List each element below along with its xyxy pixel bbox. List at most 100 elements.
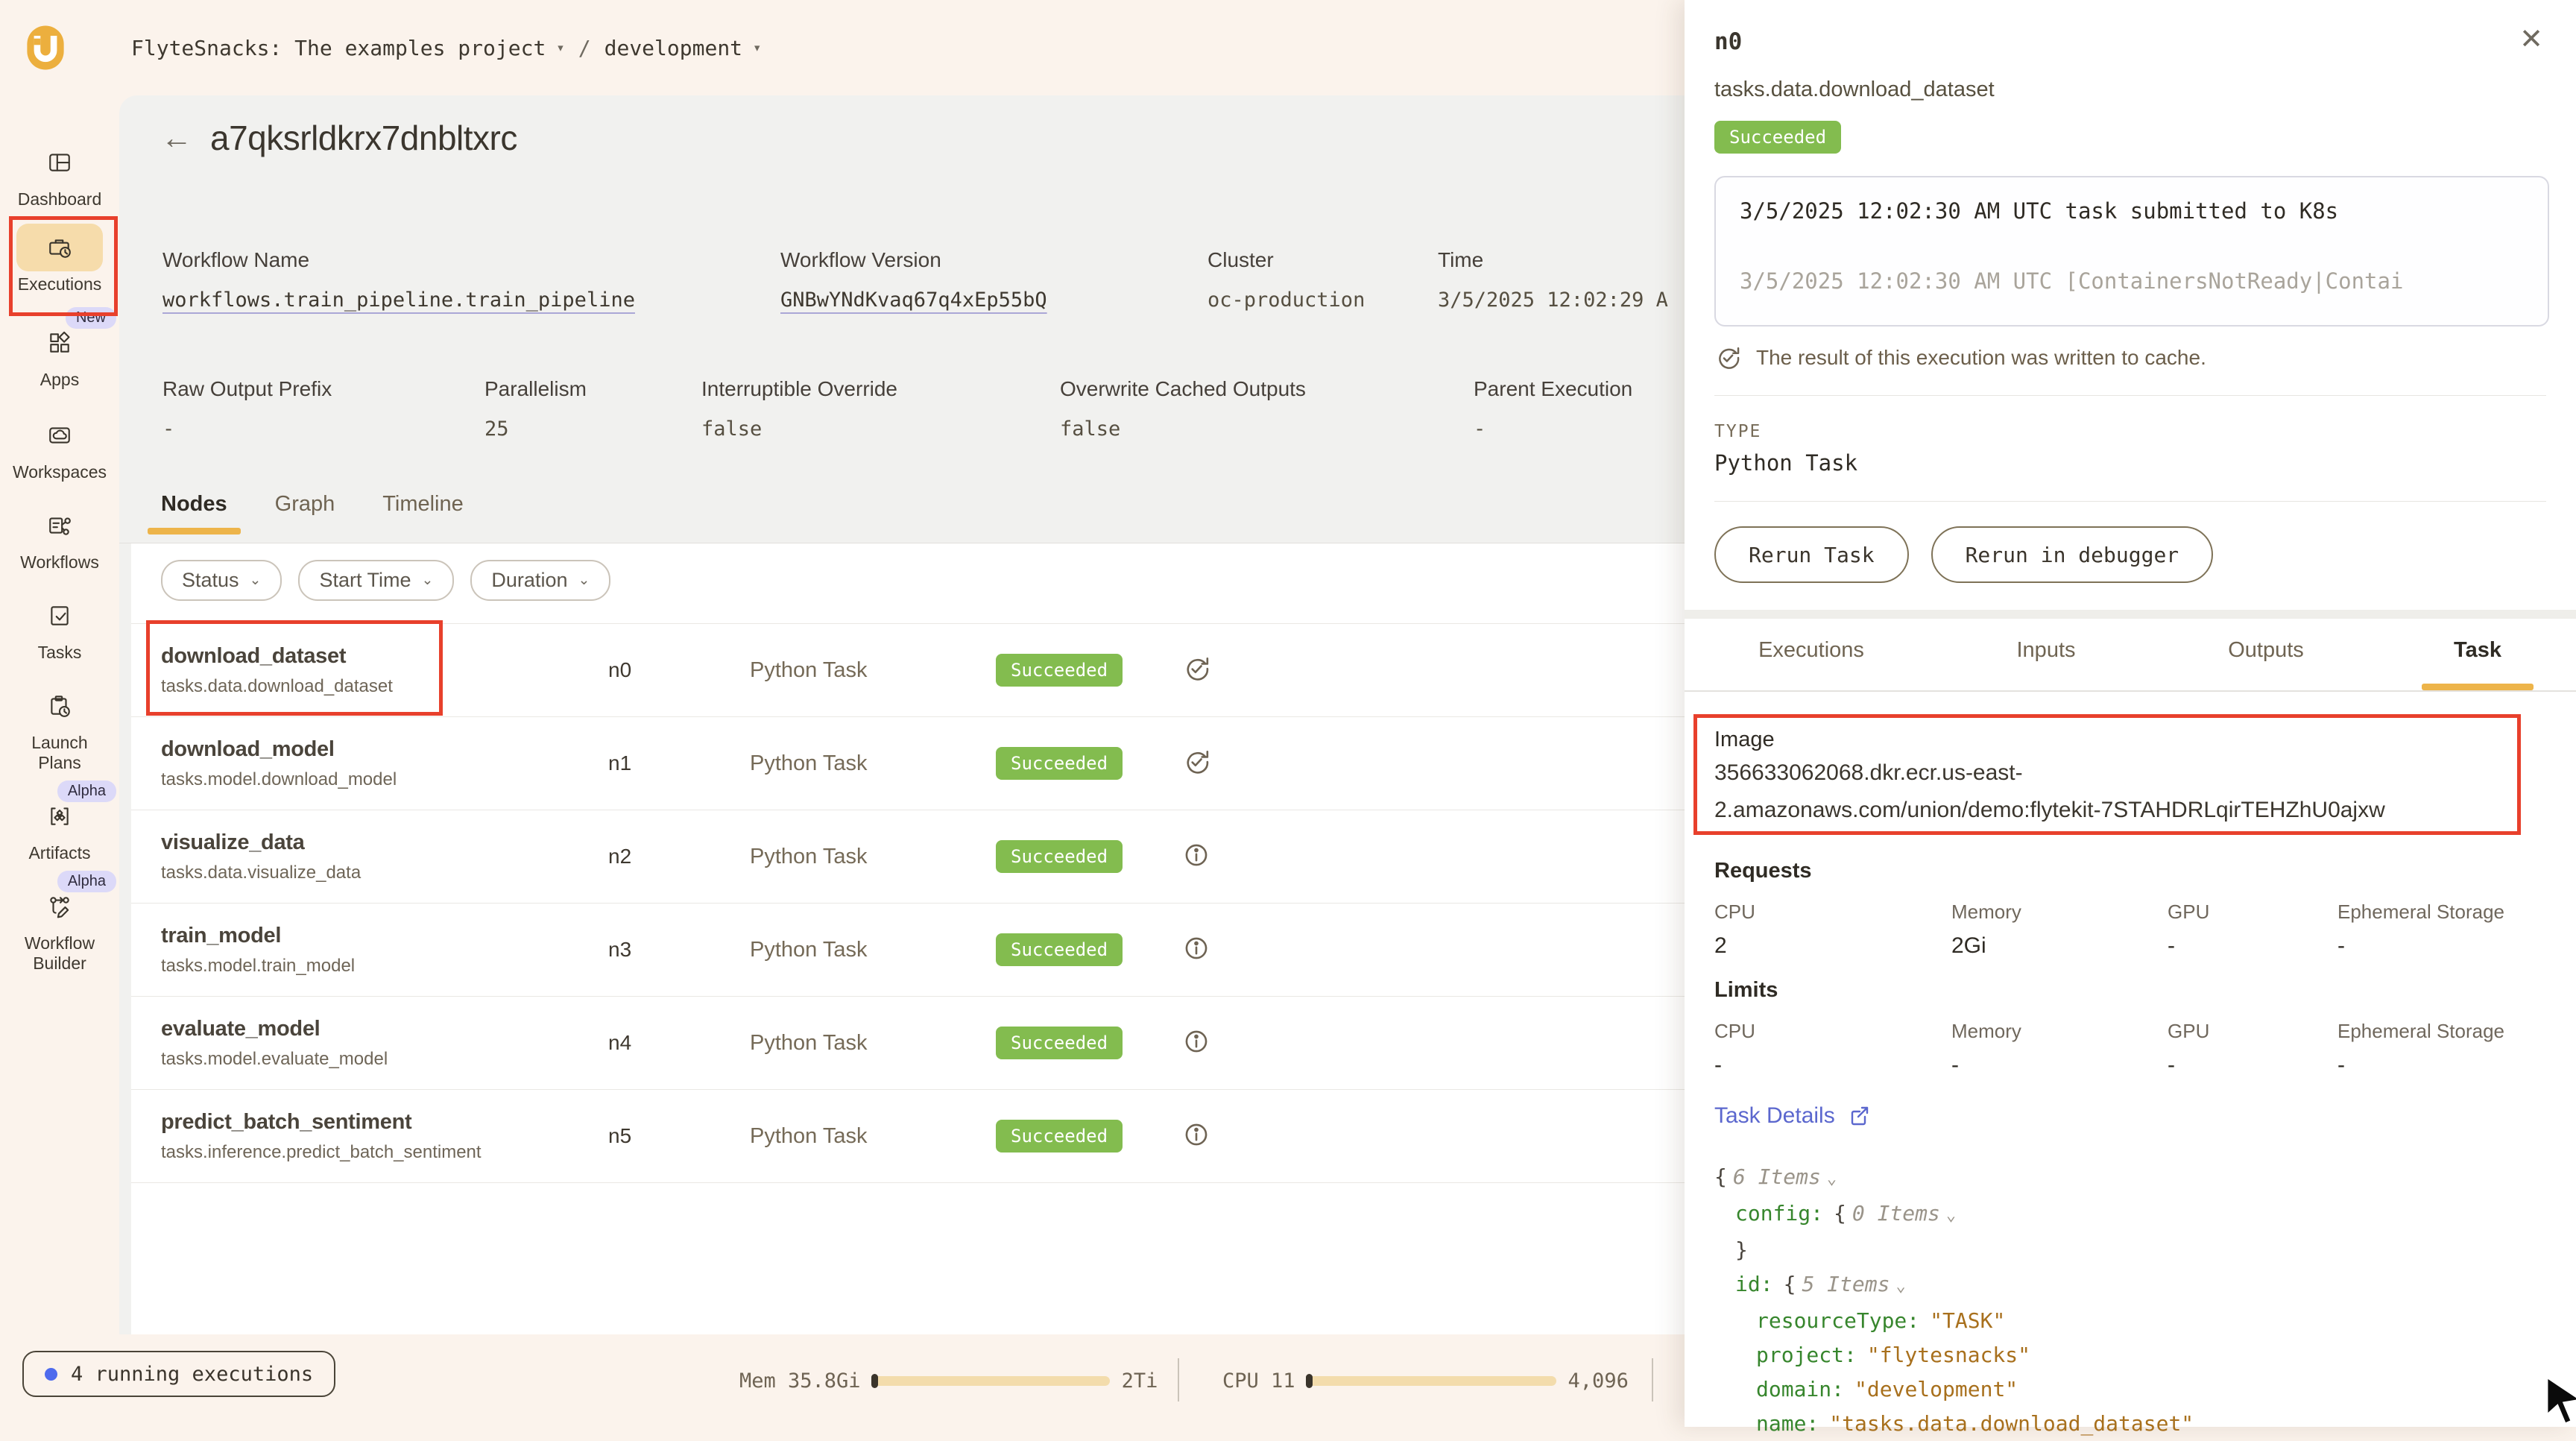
meta-value: -: [1474, 417, 1632, 441]
meta-label: Workflow Name: [162, 248, 635, 272]
json-config-line[interactable]: config:{0 Items⌄: [1735, 1196, 2194, 1233]
breadcrumb-project-label: FlyteSnacks: The examples project: [131, 36, 546, 60]
meta-raw-output-prefix: Raw Output Prefix -: [162, 377, 332, 441]
node-id: n2: [608, 845, 750, 868]
chevron-down-icon: ⌄: [422, 572, 434, 589]
requests-heading: Requests: [1714, 859, 1812, 883]
workflow-version-link[interactable]: GNBwYNdKvaq67q4xEp55bQ: [780, 288, 1047, 312]
json-item-count: 5 Items: [1802, 1272, 1890, 1296]
task-details-link[interactable]: Task Details: [1714, 1103, 1871, 1129]
info-icon[interactable]: [1182, 1027, 1249, 1059]
meta-value: false: [701, 417, 897, 441]
duration-filter[interactable]: Duration ⌄: [470, 560, 610, 601]
meta-label: Raw Output Prefix: [162, 377, 332, 401]
rerun-in-debugger-button[interactable]: Rerun in debugger: [1931, 526, 2214, 583]
meta-value: oc-production: [1208, 288, 1365, 312]
external-link-icon: [1847, 1104, 1871, 1128]
sidebar-item-apps[interactable]: New Apps: [0, 319, 119, 390]
divider: [1714, 501, 2546, 502]
sidebar-item-workspaces[interactable]: Workspaces: [0, 412, 119, 482]
artifacts-icon: Alpha: [16, 792, 103, 840]
sidebar: Dashboard Executions New Apps Workspaces…: [0, 95, 119, 1334]
apps-icon: New: [16, 319, 103, 367]
chevron-down-icon[interactable]: ⌄: [1895, 1277, 1905, 1296]
tab-inputs[interactable]: Inputs: [2017, 638, 2076, 663]
union-logo-icon[interactable]: [24, 24, 67, 72]
status-badge: Succeeded: [996, 1027, 1123, 1059]
image-value-line2: 2.amazonaws.com/union/demo:flytekit-7STA…: [1714, 798, 2385, 823]
tasks-icon: [16, 592, 103, 640]
node-id: n4: [608, 1031, 750, 1055]
sidebar-item-tasks[interactable]: Tasks: [0, 592, 119, 663]
breadcrumb-domain[interactable]: development ▾: [604, 36, 762, 60]
gpu-value: -: [2168, 933, 2175, 959]
running-executions-pill[interactable]: 4 running executions: [22, 1351, 335, 1397]
panel-tabs: Executions Inputs Outputs Task: [1685, 619, 2576, 692]
node-name: evaluate_model: [161, 1017, 608, 1041]
info-icon[interactable]: [1182, 1120, 1249, 1153]
sidebar-item-launch-plans[interactable]: Launch Plans: [0, 682, 119, 773]
panel-title: n0: [1714, 28, 1742, 55]
sidebar-item-label: Workspaces: [0, 462, 119, 482]
meta-interruptible-override: Interruptible Override false: [701, 377, 897, 441]
sidebar-item-artifacts[interactable]: Alpha Artifacts: [0, 792, 119, 863]
info-icon[interactable]: [1182, 934, 1249, 966]
meta-label: Interruptible Override: [701, 377, 897, 401]
tab-task[interactable]: Task: [2454, 638, 2501, 663]
memory-max-label: 2Ti: [1122, 1369, 1158, 1393]
sidebar-item-label: Workflows: [0, 552, 119, 573]
node-type: Python Task: [750, 1031, 996, 1056]
json-resource-type-line: resourceType:"TASK": [1756, 1304, 2194, 1338]
json-brace: {: [1714, 1164, 1727, 1189]
sidebar-item-workflows[interactable]: Workflows: [0, 502, 119, 573]
json-key: domain:: [1756, 1377, 1844, 1401]
cache-note-row: The result of this execution was written…: [1714, 344, 2206, 371]
node-name: download_model: [161, 737, 608, 762]
node-name: predict_batch_sentiment: [161, 1110, 608, 1135]
filter-label: Duration: [491, 569, 567, 592]
json-domain-line: domain: "development": [1756, 1372, 2194, 1407]
mouse-cursor: [2540, 1373, 2576, 1427]
tab-timeline[interactable]: Timeline: [382, 492, 464, 535]
status-badge: Succeeded: [996, 747, 1123, 780]
sidebar-item-workflow-builder[interactable]: Alpha Workflow Builder: [0, 883, 119, 974]
close-icon[interactable]: ✕: [2519, 22, 2543, 56]
start-time-filter[interactable]: Start Time ⌄: [298, 560, 454, 601]
back-arrow-icon[interactable]: ←: [161, 120, 192, 156]
tab-nodes[interactable]: Nodes: [161, 492, 227, 535]
rerun-task-button[interactable]: Rerun Task: [1714, 526, 1909, 583]
new-badge: New: [66, 307, 116, 329]
cpu-max-label: 4,096: [1568, 1369, 1629, 1393]
node-id: n0: [608, 658, 750, 682]
sidebar-item-executions[interactable]: Executions: [0, 224, 119, 294]
json-id-line[interactable]: id:{5 Items⌄: [1735, 1267, 2194, 1304]
tab-graph[interactable]: Graph: [275, 492, 335, 535]
status-filter[interactable]: Status ⌄: [161, 560, 282, 601]
sidebar-item-label: Dashboard: [0, 189, 119, 209]
top-bar: FlyteSnacks: The examples project ▾ / de…: [0, 0, 1685, 95]
info-icon[interactable]: [1182, 841, 1249, 873]
json-root-line[interactable]: {6 Items⌄: [1714, 1160, 2194, 1196]
json-value: "development": [1854, 1377, 2018, 1401]
tab-executions[interactable]: Executions: [1758, 638, 1864, 663]
log-line: 3/5/2025 12:02:30 AM UTC task submitted …: [1740, 198, 2338, 224]
status-badge: Succeeded: [996, 654, 1123, 687]
chevron-down-icon[interactable]: ⌄: [1827, 1170, 1837, 1188]
cpu-usage-marker: [1306, 1374, 1313, 1388]
cache-icon[interactable]: [1182, 655, 1249, 687]
sidebar-item-dashboard[interactable]: Dashboard: [0, 139, 119, 209]
active-tab-indicator: [2422, 684, 2534, 690]
json-close-line: }: [1735, 1233, 2194, 1267]
workspaces-icon: [16, 412, 103, 459]
workflow-name-link[interactable]: workflows.train_pipeline.train_pipeline: [162, 288, 635, 312]
log-box[interactable]: 3/5/2025 12:02:30 AM UTC task submitted …: [1714, 176, 2549, 327]
cache-icon[interactable]: [1182, 748, 1249, 780]
node-type: Python Task: [750, 751, 996, 776]
breadcrumb-project[interactable]: FlyteSnacks: The examples project ▾: [131, 36, 565, 60]
node-path: tasks.model.evaluate_model: [161, 1049, 608, 1070]
tab-outputs[interactable]: Outputs: [2228, 638, 2304, 663]
chevron-down-icon[interactable]: ⌄: [1946, 1206, 1956, 1225]
ephemeral-storage-label: Ephemeral Storage: [2337, 901, 2504, 924]
json-project-line: project:"flytesnacks": [1756, 1338, 2194, 1372]
memory-usage-marker: [871, 1374, 878, 1388]
